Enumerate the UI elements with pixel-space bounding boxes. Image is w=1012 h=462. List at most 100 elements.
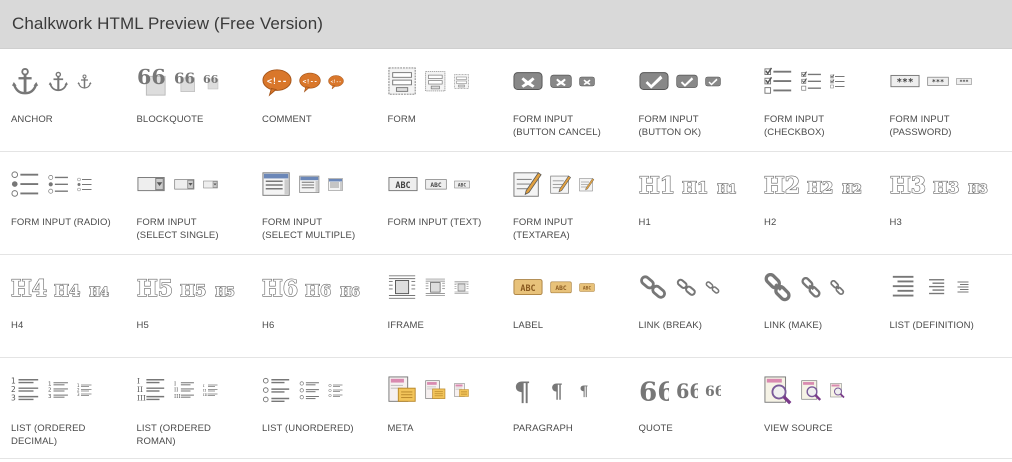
element-item-h1[interactable]: H1 H1 H1 H1 <box>628 152 754 254</box>
element-item-form[interactable]: FORM <box>377 49 503 151</box>
title-bar: Chalkwork HTML Preview (Free Version) <box>0 0 1012 49</box>
list-definition-icon <box>956 280 972 296</box>
quote-icon: 66 <box>639 376 669 406</box>
h2-icon: H2 <box>842 170 864 200</box>
element-item-password[interactable]: *** *** *** FORM INPUT (PASSWORD) <box>879 49 1005 151</box>
element-item-select-multiple[interactable]: FORM INPUT (SELECT MULTIPLE) <box>251 152 377 254</box>
view-source-icon <box>801 380 823 402</box>
element-grid: ANCHOR 66 66 66 BLOCKQUOTE <!-- <!-- <!--… <box>0 49 1012 459</box>
element-item-view-source[interactable]: VIEW SOURCE <box>753 358 879 458</box>
svg-text:***: *** <box>896 77 913 88</box>
form-icon <box>424 71 447 93</box>
comment-icon: <!-- <box>299 71 321 93</box>
h6-icon: H6 <box>340 273 362 303</box>
icon-group: H6 H6 H6 <box>262 271 362 305</box>
element-item-text-input[interactable]: ABC ABC ABC FORM INPUT (TEXT) <box>377 152 503 254</box>
element-item-list-ordered-decimal[interactable]: 1 2 3 1 2 3 1 2 3 LIST (ORDERED DECIMAL) <box>0 358 126 458</box>
element-item-list-unordered[interactable]: LIST (UNORDERED) <box>251 358 377 458</box>
button-cancel-icon <box>550 71 572 93</box>
element-item-list-ordered-roman[interactable]: I II III I II III I II III LIST (ORDERED… <box>126 358 252 458</box>
h4-icon: H4 <box>11 273 47 303</box>
icon-group <box>262 168 344 202</box>
element-item-list-definition[interactable]: LIST (DEFINITION) <box>879 255 1005 357</box>
select-single-icon <box>173 174 196 196</box>
element-item-h2[interactable]: H2 H2 H2 H2 <box>753 152 879 254</box>
label-icon: ABC <box>579 280 595 296</box>
element-item-h3[interactable]: H3 H3 H3 H3 <box>879 152 1005 254</box>
element-item-label[interactable]: ABC ABC ABC LABEL <box>502 255 628 357</box>
element-item-h6[interactable]: H6 H6 H6 H6 <box>251 255 377 357</box>
element-item-radio[interactable]: FORM INPUT (RADIO) <box>0 152 126 254</box>
list-ordered-decimal-icon: 1 2 3 <box>11 376 41 406</box>
svg-text:3: 3 <box>48 394 52 400</box>
element-item-paragraph[interactable]: ¶ ¶ ¶ PARAGRAPH <box>502 358 628 458</box>
svg-text:H5: H5 <box>215 285 235 299</box>
svg-text:H6: H6 <box>305 281 331 300</box>
comment-icon: <!-- <box>328 74 344 90</box>
select-multiple-icon <box>299 174 321 196</box>
element-label: PARAGRAPH <box>513 423 573 434</box>
text-input-icon: ABC <box>387 170 418 200</box>
quote-icon: 66 <box>676 380 698 402</box>
element-item-checkbox[interactable]: FORM INPUT (CHECKBOX) <box>753 49 879 151</box>
list-ordered-roman-icon: I II III <box>137 376 167 406</box>
checkbox-icon <box>830 74 846 90</box>
label-icon: ABC <box>550 277 572 299</box>
icon-group <box>513 168 595 202</box>
element-item-quote[interactable]: 66 66 66 QUOTE <box>628 358 754 458</box>
icon-group: H1 H1 H1 <box>639 168 739 202</box>
checkbox-icon <box>764 67 794 97</box>
list-definition-icon <box>927 277 949 299</box>
element-item-link-break[interactable]: LINK (BREAK) <box>628 255 754 357</box>
link-break-icon <box>639 273 669 303</box>
svg-text:1: 1 <box>48 382 52 388</box>
svg-text:¶: ¶ <box>551 380 563 402</box>
icon-group: 66 66 66 <box>639 374 721 408</box>
textarea-icon <box>579 177 595 193</box>
svg-text:H3: H3 <box>933 178 959 197</box>
link-break-icon <box>676 277 698 299</box>
element-item-textarea[interactable]: FORM INPUT (TEXTAREA) <box>502 152 628 254</box>
element-label: META <box>387 423 414 434</box>
svg-text:III: III <box>174 394 181 400</box>
element-label: FORM INPUT (TEXT) <box>387 217 482 228</box>
element-label: LIST (UNORDERED) <box>262 423 354 434</box>
meta-icon <box>453 383 470 399</box>
element-label: BLOCKQUOTE <box>136 114 204 125</box>
radio-icon <box>11 170 41 200</box>
h6-icon: H6 <box>262 273 298 303</box>
svg-text:H2: H2 <box>807 178 833 197</box>
quote-icon: 66 <box>705 383 721 399</box>
anchor-icon <box>77 74 93 90</box>
select-single-icon <box>202 177 219 193</box>
element-item-anchor[interactable]: ANCHOR <box>0 49 126 151</box>
list-ordered-roman-icon: I II III <box>174 380 196 402</box>
element-item-select-single[interactable]: FORM INPUT (SELECT SINGLE) <box>126 152 252 254</box>
svg-text:66: 66 <box>174 71 195 87</box>
svg-text:H3: H3 <box>968 182 988 196</box>
iframe-icon <box>454 280 470 296</box>
paragraph-icon: ¶ <box>550 380 572 402</box>
select-single-icon <box>136 170 167 200</box>
svg-text:<!--: <!-- <box>331 79 342 85</box>
element-label: VIEW SOURCE <box>764 423 833 434</box>
element-item-button-cancel[interactable]: FORM INPUT (BUTTON CANCEL) <box>502 49 628 151</box>
element-label: H1 <box>638 217 651 228</box>
element-item-comment[interactable]: <!-- <!-- <!-- COMMENT <box>251 49 377 151</box>
element-item-button-ok[interactable]: FORM INPUT (BUTTON OK) <box>628 49 754 151</box>
element-label: COMMENT <box>262 114 312 125</box>
element-item-blockquote[interactable]: 66 66 66 BLOCKQUOTE <box>126 49 252 151</box>
blockquote-icon: 66 <box>174 71 196 93</box>
icon-group <box>11 168 93 202</box>
grid-row: 1 2 3 1 2 3 1 2 3 LIST (ORDERED DECIMAL)… <box>0 358 1012 459</box>
svg-text:H1: H1 <box>717 182 737 196</box>
button-ok-icon <box>638 67 669 97</box>
element-item-meta[interactable]: META <box>377 358 503 458</box>
element-item-link-make[interactable]: LINK (MAKE) <box>753 255 879 357</box>
list-ordered-roman-icon: I II III <box>203 383 219 399</box>
checkbox-icon <box>801 71 823 93</box>
element-item-h4[interactable]: H4 H4 H4 H4 <box>0 255 126 357</box>
element-item-iframe[interactable]: IFRAME <box>377 255 503 357</box>
h6-icon: H6 <box>305 273 333 303</box>
element-item-h5[interactable]: H5 H5 H5 H5 <box>126 255 252 357</box>
